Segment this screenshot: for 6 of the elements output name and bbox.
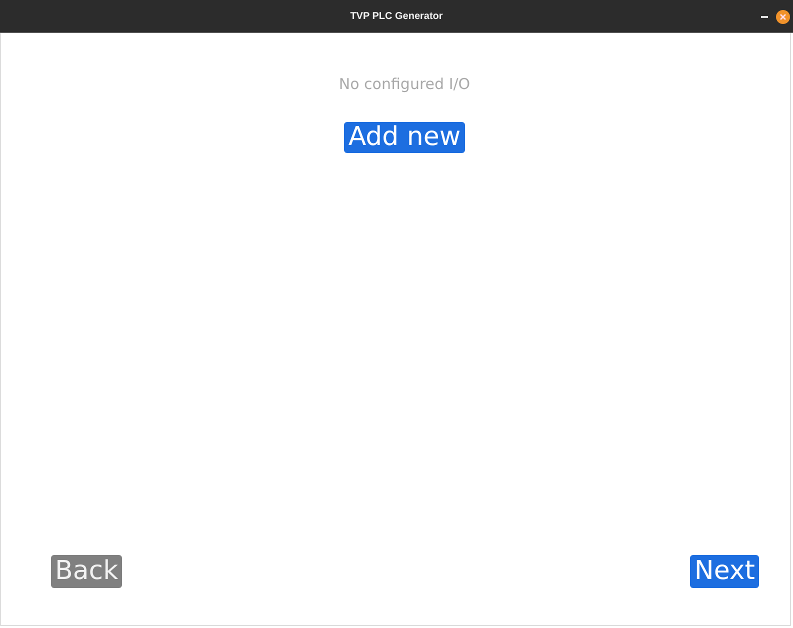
back-button[interactable]: Back	[51, 554, 122, 588]
close-icon[interactable]	[776, 10, 790, 24]
add-new-button[interactable]: Add new	[344, 122, 465, 153]
empty-message: No configured I/O	[338, 74, 470, 95]
window-title: TVP PLC Generator	[350, 10, 443, 24]
next-button[interactable]: Next	[690, 554, 759, 588]
